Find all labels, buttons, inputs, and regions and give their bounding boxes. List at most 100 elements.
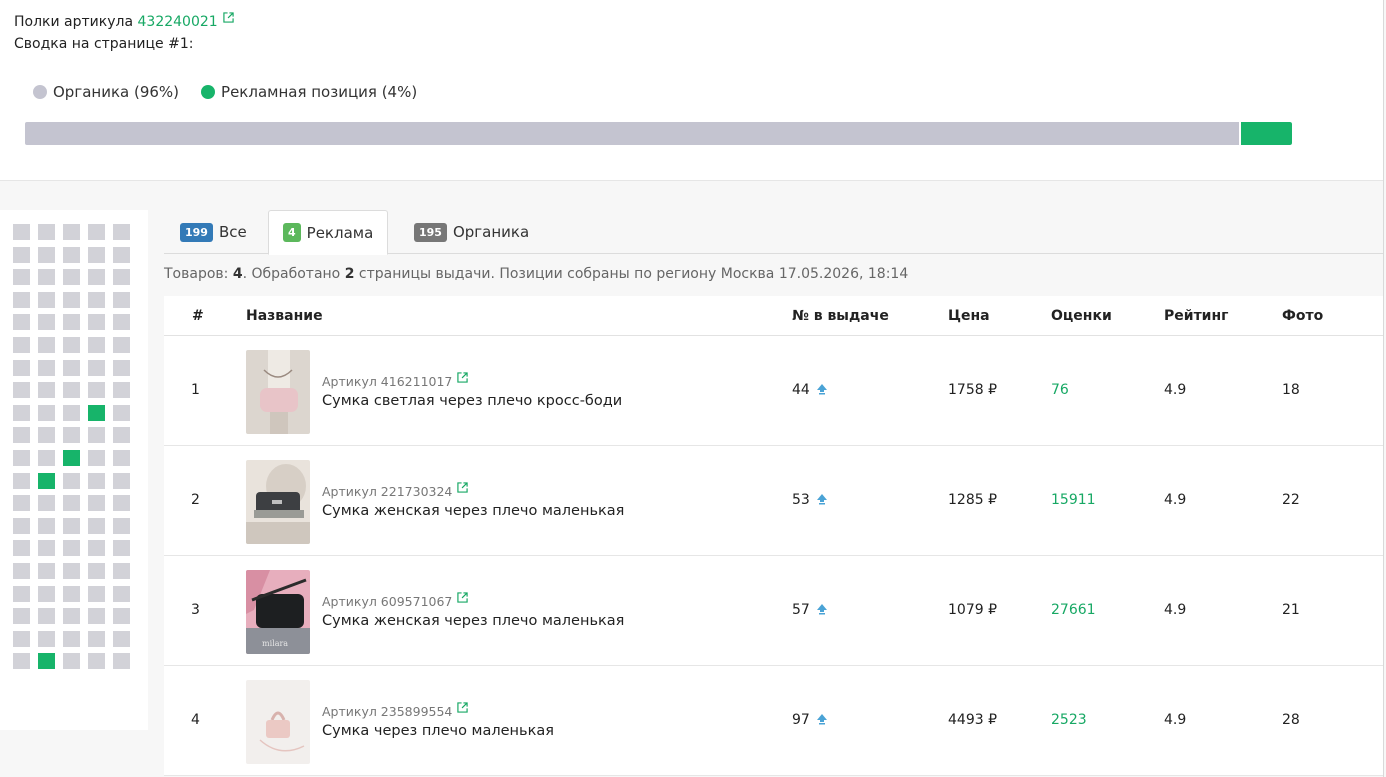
shelf-grid bbox=[13, 224, 130, 670]
shelf-cell bbox=[38, 562, 55, 579]
product-thumbnail[interactable] bbox=[246, 460, 310, 544]
shelf-cell bbox=[113, 517, 130, 534]
shelf-cell bbox=[13, 269, 30, 286]
col-name[interactable]: Название bbox=[246, 308, 323, 324]
product-thumbnail[interactable] bbox=[246, 680, 310, 764]
product-sku[interactable]: Артикул 221730324 bbox=[322, 482, 469, 499]
shelf-cell bbox=[63, 630, 80, 647]
col-position[interactable]: № в выдаче bbox=[792, 308, 889, 324]
info-pages-count: 2 bbox=[344, 266, 355, 282]
shelf-cell bbox=[13, 517, 30, 534]
rating-value: 4.9 bbox=[1164, 492, 1187, 508]
shelf-cell bbox=[13, 291, 30, 308]
shelf-cell bbox=[63, 562, 80, 579]
shelf-cell bbox=[38, 269, 55, 286]
product-sku[interactable]: Артикул 609571067 bbox=[322, 592, 469, 609]
table-row: 2 Артикул 221730324 Сумка женская через пл… bbox=[164, 446, 1383, 556]
shelf-cell bbox=[113, 427, 130, 444]
reviews-value[interactable]: 27661 bbox=[1051, 602, 1096, 618]
shelf-cell bbox=[63, 359, 80, 376]
reviews-value[interactable]: 76 bbox=[1051, 382, 1069, 398]
shelf-cell bbox=[88, 382, 105, 399]
summary-label: Сводка на странице #1: bbox=[14, 36, 194, 52]
info-goods-label: Товаров: bbox=[164, 266, 233, 282]
shelf-cell bbox=[38, 382, 55, 399]
shelf-cell bbox=[113, 472, 130, 489]
shelf-cell-ad[interactable] bbox=[88, 404, 105, 421]
article-link[interactable]: 432240021 bbox=[138, 14, 218, 30]
shelf-cell bbox=[63, 404, 80, 421]
shelf-cell bbox=[113, 291, 130, 308]
shelf-cell bbox=[63, 517, 80, 534]
shelf-cell-ad[interactable] bbox=[38, 653, 55, 670]
shelf-cell bbox=[88, 608, 105, 625]
shelf-cell bbox=[38, 608, 55, 625]
tab-all[interactable]: 199 Все bbox=[166, 210, 261, 254]
shelf-cell bbox=[113, 608, 130, 625]
shelf-cell bbox=[13, 404, 30, 421]
product-name[interactable]: Сумка светлая через плечо кросс-боди bbox=[322, 393, 622, 409]
col-price[interactable]: Цена bbox=[948, 308, 990, 324]
external-link-icon[interactable] bbox=[222, 12, 234, 23]
col-photos[interactable]: Фото bbox=[1282, 308, 1323, 324]
shelf-cell-ad[interactable] bbox=[63, 449, 80, 466]
shelf-cell bbox=[13, 653, 30, 670]
legend-ad: Рекламная позиция (4%) bbox=[201, 83, 417, 101]
product-name[interactable]: Сумка женская через плечо маленькая bbox=[322, 613, 624, 629]
share-bar-ad bbox=[1241, 122, 1292, 145]
product-name[interactable]: Сумка женская через плечо маленькая bbox=[322, 503, 624, 519]
position-up-icon bbox=[816, 714, 827, 725]
position-up-icon bbox=[816, 604, 827, 615]
external-link-icon[interactable] bbox=[457, 372, 469, 383]
shelf-grid-panel bbox=[0, 210, 148, 730]
shelf-cell bbox=[38, 336, 55, 353]
tab-ads-count: 4 bbox=[283, 223, 301, 242]
product-sku[interactable]: Артикул 416211017 bbox=[322, 372, 469, 389]
shelf-cell bbox=[63, 314, 80, 331]
product-thumbnail[interactable] bbox=[246, 350, 310, 434]
shelf-cell bbox=[88, 495, 105, 512]
external-link-icon[interactable] bbox=[457, 702, 469, 713]
shelf-cell-ad[interactable] bbox=[38, 472, 55, 489]
tab-all-count: 199 bbox=[180, 222, 213, 242]
external-link-icon[interactable] bbox=[457, 482, 469, 493]
external-link-icon[interactable] bbox=[457, 592, 469, 603]
position-cell: 53 bbox=[792, 492, 828, 508]
shelf-cell bbox=[113, 653, 130, 670]
col-reviews[interactable]: Оценки bbox=[1051, 308, 1112, 324]
shelf-cell bbox=[13, 540, 30, 557]
shelf-cell bbox=[113, 382, 130, 399]
svg-text:milara: milara bbox=[262, 639, 288, 648]
table-header: # Название № в выдаче Цена Оценки Рейтин… bbox=[164, 296, 1383, 336]
shelf-cell bbox=[113, 562, 130, 579]
share-bar-organic bbox=[25, 122, 1239, 145]
reviews-value[interactable]: 15911 bbox=[1051, 492, 1096, 508]
shelf-cell bbox=[88, 291, 105, 308]
tab-organic[interactable]: 195 Органика bbox=[400, 210, 543, 254]
product-sku[interactable]: Артикул 235899554 bbox=[322, 702, 469, 719]
shelf-cell bbox=[88, 653, 105, 670]
results-table: # Название № в выдаче Цена Оценки Рейтин… bbox=[164, 296, 1383, 776]
tab-ads[interactable]: 4 Реклама bbox=[268, 210, 389, 255]
reviews-value[interactable]: 2523 bbox=[1051, 712, 1087, 728]
shelf-cell bbox=[13, 449, 30, 466]
product-thumbnail[interactable]: milara bbox=[246, 570, 310, 654]
shelf-cell bbox=[88, 269, 105, 286]
info-rest: страницы выдачи. Позиции собраны по реги… bbox=[354, 266, 909, 282]
ad-dot-icon bbox=[201, 85, 216, 99]
right-border bbox=[1383, 0, 1384, 777]
product-name[interactable]: Сумка через плечо маленькая bbox=[322, 723, 554, 739]
rating-value: 4.9 bbox=[1164, 602, 1187, 618]
position-cell: 57 bbox=[792, 602, 828, 618]
row-num: 2 bbox=[191, 492, 200, 508]
rating-value: 4.9 bbox=[1164, 382, 1187, 398]
shelf-cell bbox=[13, 585, 30, 602]
shelf-cell bbox=[13, 495, 30, 512]
shelf-cell bbox=[63, 608, 80, 625]
shelf-cell bbox=[113, 585, 130, 602]
table-row: 1 Артикул 416211017 Сумка светлая через пл… bbox=[164, 336, 1383, 446]
shelf-cell bbox=[13, 246, 30, 263]
shelf-cell bbox=[113, 404, 130, 421]
col-rating[interactable]: Рейтинг bbox=[1164, 308, 1228, 324]
shelf-cell bbox=[63, 472, 80, 489]
